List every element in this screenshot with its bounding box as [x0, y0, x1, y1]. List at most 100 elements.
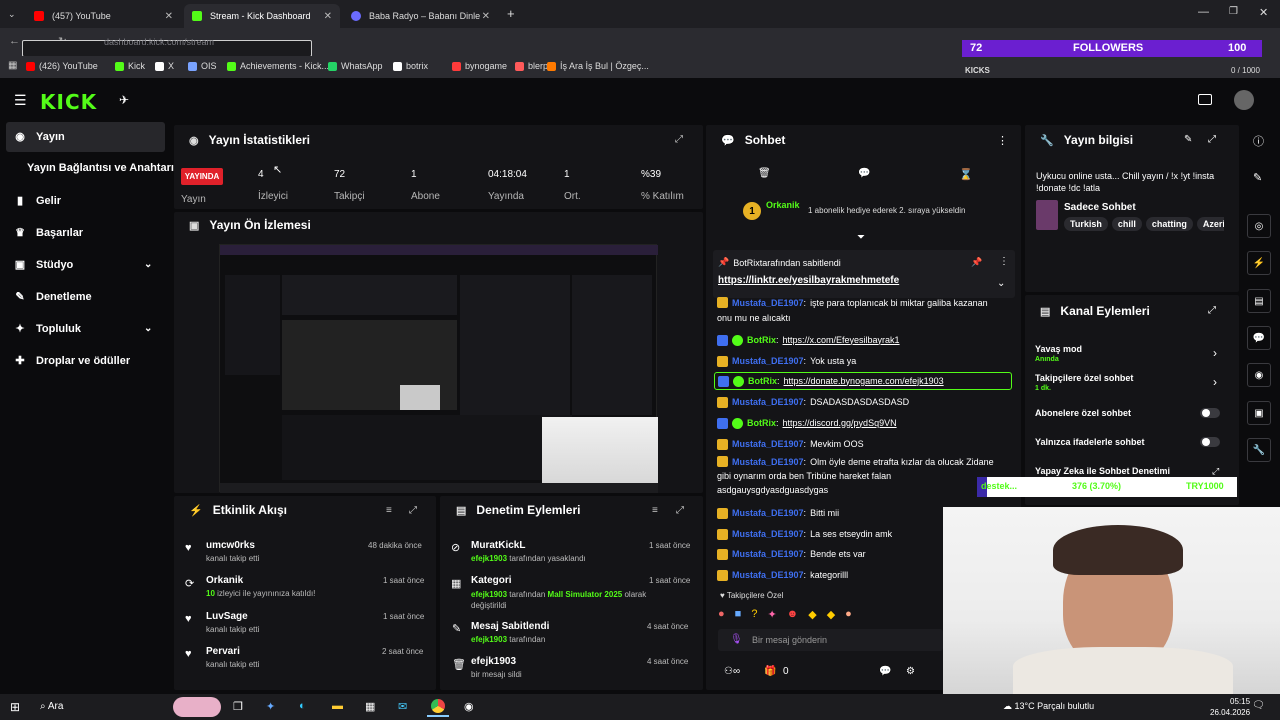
broadcast-icon[interactable]: ◉ [1247, 363, 1271, 387]
chat-username[interactable]: BotRix [747, 417, 776, 430]
bookmark-item[interactable]: İş Ara İş Bul | Özgeç... [547, 61, 649, 71]
weather-widget[interactable]: ☁ 13°C Parçalı bulutlu [1003, 701, 1094, 712]
tag[interactable]: Azeri [1196, 217, 1224, 231]
collapse-icon[interactable]: ⏷ [857, 232, 865, 243]
tag[interactable]: chill [1111, 217, 1142, 231]
subs-only-toggle[interactable] [1200, 408, 1220, 418]
chat-username[interactable]: Mustafa_DE1907 [732, 548, 804, 561]
hourglass-icon[interactable]: ⌛ [959, 168, 973, 181]
close-icon[interactable]: ✕ [165, 11, 173, 22]
filter-icon[interactable]: ≡ [652, 505, 658, 516]
emoji-icon[interactable]: 💬 [879, 666, 891, 677]
edit-icon[interactable]: ✎ [1184, 134, 1192, 145]
minimize-icon[interactable]: — [1198, 6, 1209, 18]
close-window-icon[interactable]: ✕ [1259, 6, 1268, 19]
unpin-icon[interactable]: 📌 [971, 257, 982, 268]
chrome-icon[interactable] [427, 697, 449, 717]
ai-moderation-label[interactable]: Yapay Zeka ile Sohbet Denetimi [1035, 466, 1170, 476]
emote-icon[interactable]: ● [845, 608, 852, 620]
chat-link[interactable]: https://donate.bynogame.com/efejk1903 [784, 375, 944, 388]
chat-message[interactable]: BotRix: https://discord.gg/pydSq9VN [714, 414, 1012, 432]
emote-icon[interactable]: ◆ [827, 608, 835, 621]
chat-username[interactable]: BotRix [748, 375, 777, 388]
kick-logo[interactable]: KICK [40, 90, 97, 114]
bookmark-item[interactable]: (426) YouTube [26, 61, 98, 71]
camera-icon[interactable]: ◎ [1247, 214, 1271, 238]
category-name[interactable]: Sadece Sohbet [1064, 202, 1136, 213]
filter-icon[interactable]: ≡ [386, 505, 392, 516]
bookmark-item[interactable]: botrix [393, 61, 428, 71]
microphone-icon[interactable]: 🎙 [730, 634, 743, 645]
close-icon[interactable]: ✕ [324, 11, 332, 22]
layout-icon[interactable] [1198, 94, 1212, 105]
bookmark-item[interactable]: WhatsApp [328, 61, 383, 71]
expand-icon[interactable]: ⤢ [1208, 305, 1216, 316]
mail-icon[interactable]: ✉ [398, 700, 407, 713]
settings-icon[interactable]: ⚙ [906, 666, 915, 677]
chat-username[interactable]: BotRix [747, 334, 776, 347]
stream-preview-video[interactable] [219, 244, 658, 493]
copilot-icon[interactable]: ✦ [266, 700, 275, 713]
chat-username[interactable]: Mustafa_DE1907 [732, 507, 804, 520]
chat-username[interactable]: Mustafa_DE1907 [732, 396, 804, 409]
tab-baba-radyo[interactable]: Baba Radyo – Babanı Dinle ✕ [343, 4, 498, 28]
sidebar-item-denetleme[interactable]: ✎ Denetleme [14, 290, 91, 304]
chat-message[interactable]: Mustafa_DE1907: Mevkim OOS [714, 435, 1012, 453]
sidebar-item-droplar[interactable]: ✚ Droplar ve ödüller [14, 354, 130, 368]
store-icon[interactable]: ▦ [365, 700, 375, 713]
taskbar-clock[interactable]: 05:15 26.04.2026 [1210, 696, 1250, 718]
chat-message[interactable]: BotRix: https://donate.bynogame.com/efejk… [714, 372, 1012, 390]
points-icon[interactable]: ⚇∞ [724, 666, 740, 677]
chat-message[interactable]: BotRix: https://x.com/Efeyesilbayrak1 [714, 331, 1012, 349]
emote-icon[interactable]: ☻ [787, 608, 799, 620]
emote-icon[interactable]: ◆ [808, 608, 816, 621]
activity-user[interactable]: LuvSage [206, 611, 248, 622]
external-link-icon[interactable]: ⤢ [1212, 466, 1219, 477]
pin-icon[interactable]: ✈ [119, 93, 129, 107]
edit-icon[interactable]: ✎ [1253, 171, 1262, 184]
layout-icon[interactable]: ▣ [1247, 401, 1271, 425]
sidebar-item-studyo[interactable]: ▣ Stüdyo ⌄ [14, 258, 153, 272]
close-icon[interactable]: ✕ [482, 11, 490, 22]
moderation-title-text[interactable]: MuratKickL [471, 540, 525, 551]
expand-icon[interactable]: ⤢ [675, 134, 683, 145]
avatar[interactable] [1234, 90, 1254, 110]
pinned-link[interactable]: https://linktr.ee/yesilbayrakmehmetefe [718, 275, 899, 286]
taskbar-search[interactable]: ⌕ Ara [40, 701, 63, 712]
emote-only-toggle[interactable] [1200, 437, 1220, 447]
emote-icon[interactable]: ■ [735, 608, 742, 620]
chevron-right-icon[interactable]: › [1213, 375, 1217, 389]
chat-message[interactable]: Mustafa_DE1907: işte para toplanıcak bi m… [714, 297, 1012, 327]
bookmark-item[interactable]: Kick [115, 61, 145, 71]
chat-link[interactable]: https://x.com/Efeyesilbayrak1 [783, 334, 900, 347]
chat-username[interactable]: Mustafa_DE1907 [732, 355, 804, 368]
tag[interactable]: chatting [1145, 217, 1193, 231]
wrench-icon[interactable]: 🔧 [1247, 438, 1271, 462]
more-options-icon[interactable]: ⋮ [999, 256, 1009, 267]
activity-user[interactable]: Pervari [206, 646, 240, 657]
chat-username[interactable]: Mustafa_DE1907 [732, 438, 804, 451]
chat-username[interactable]: Mustafa_DE1907 [732, 456, 804, 469]
emote-icon[interactable]: ✦ [767, 608, 776, 621]
task-view-icon[interactable]: ❐ [233, 700, 243, 713]
chat-username[interactable]: Mustafa_DE1907 [732, 569, 804, 582]
back-icon[interactable]: ← [9, 35, 20, 47]
gift-icon[interactable]: 🎁 [764, 666, 776, 677]
chat-bubble-icon[interactable]: 💬 [858, 168, 870, 179]
tab-list-chevron-icon[interactable]: ⌄ [8, 9, 16, 20]
bookmark-item[interactable]: Achievements - Kick... [227, 61, 329, 71]
obs-icon[interactable]: ◉ [464, 700, 474, 713]
chat-message[interactable]: Mustafa_DE1907: Olm öyle deme etrafta kız… [714, 456, 1012, 498]
moderation-title-text[interactable]: Mesaj Sabitlendi [471, 621, 549, 632]
emote-icon[interactable]: ● [718, 608, 725, 620]
bookmark-item[interactable]: OIS [188, 61, 217, 71]
activity-user[interactable]: umcw0rks [206, 540, 255, 551]
chat-link[interactable]: https://discord.gg/pydSq9VN [783, 417, 897, 430]
sidebar-item-stream-key[interactable]: Yayın Bağlantısı ve Anahtarı [27, 162, 174, 174]
tab-kick-dashboard[interactable]: Stream - Kick Dashboard ✕ [184, 4, 340, 28]
bookmark-item[interactable]: blerp [515, 61, 548, 71]
sidebar-item-basarilar[interactable]: ♛ Başarılar [14, 226, 83, 240]
expand-icon[interactable]: ⤢ [409, 505, 417, 516]
activity-user[interactable]: Orkanik [206, 575, 243, 586]
notifications-icon[interactable]: 🗨 [1252, 700, 1265, 711]
